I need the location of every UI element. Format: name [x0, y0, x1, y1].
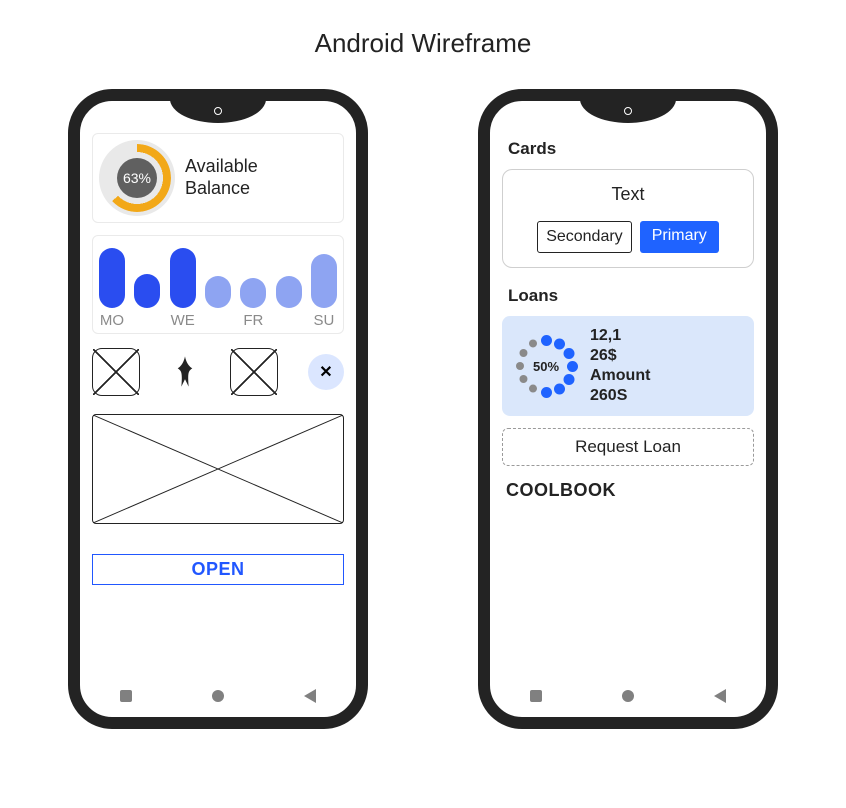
bar-label: FR: [240, 312, 266, 329]
icon-row: ✕: [92, 344, 344, 400]
phone-side-button: [478, 351, 479, 411]
cards-section-title: Cards: [508, 139, 754, 159]
phone-side-button: [478, 231, 479, 271]
bar-label: [276, 312, 302, 329]
loan-value-line: 12,1: [590, 326, 650, 346]
spinner-dot: [519, 349, 527, 357]
spinner-dot: [541, 335, 552, 346]
bar-label: MO: [99, 312, 125, 329]
phone-side-button: [478, 281, 479, 341]
spinner-dot: [519, 375, 527, 383]
bar: [134, 274, 160, 308]
nav-home-icon[interactable]: [212, 690, 224, 702]
loan-progress-spinner-icon: 50%: [514, 334, 578, 398]
card-text-label: Text: [513, 184, 743, 205]
phone1-screen: 63% Available Balance MO WE FR SU ✕: [84, 125, 352, 677]
spinner-dot: [563, 348, 574, 359]
loan-value-line: Amount: [590, 366, 650, 386]
weekly-bar-chart: MO WE FR SU: [92, 235, 344, 334]
footer-brand: COOLBOOK: [506, 480, 754, 501]
bar: [311, 254, 337, 308]
phone-side-button: [68, 351, 69, 411]
bar-label: SU: [311, 312, 337, 329]
balance-label-line: Balance: [185, 178, 258, 200]
page-title: Android Wireframe: [0, 0, 846, 69]
nav-recent-icon[interactable]: [120, 690, 132, 702]
nav-back-icon[interactable]: [304, 689, 316, 703]
phone-frame-2: Cards Text Secondary Primary Loans 50% 1…: [478, 89, 778, 729]
phone-frame-1: 63% Available Balance MO WE FR SU ✕: [68, 89, 368, 729]
bar-label: [134, 312, 160, 329]
secondary-button[interactable]: Secondary: [537, 221, 632, 253]
bar-label: [205, 312, 231, 329]
phones-row: 63% Available Balance MO WE FR SU ✕: [0, 69, 846, 749]
nav-recent-icon[interactable]: [530, 690, 542, 702]
phone-side-button: [367, 271, 368, 351]
star-icon[interactable]: [170, 355, 200, 389]
spinner-dot: [554, 383, 565, 394]
loan-values: 12,1 26$ Amount 260S: [590, 326, 650, 406]
bar-label: WE: [170, 312, 196, 329]
spinner-dot: [541, 387, 552, 398]
spinner-dot: [563, 374, 574, 385]
request-loan-button[interactable]: Request Loan: [502, 428, 754, 466]
android-nav-bar: [490, 683, 766, 709]
balance-label: Available Balance: [185, 156, 258, 199]
bar: [240, 278, 266, 308]
bar: [205, 276, 231, 308]
android-nav-bar: [80, 683, 356, 709]
spinner-dot: [567, 361, 578, 372]
nav-back-icon[interactable]: [714, 689, 726, 703]
image-placeholder-large[interactable]: [92, 414, 344, 524]
bar: [276, 276, 302, 308]
phone-side-button: [777, 271, 778, 351]
phone-camera-icon: [214, 107, 222, 115]
nav-home-icon[interactable]: [622, 690, 634, 702]
balance-card[interactable]: 63% Available Balance: [92, 133, 344, 223]
loan-value-line: 26$: [590, 346, 650, 366]
donut-value: 63%: [117, 158, 157, 198]
cards-panel: Text Secondary Primary: [502, 169, 754, 268]
phone-side-button: [68, 231, 69, 271]
donut-chart: 63%: [99, 140, 175, 216]
spinner-dot: [529, 339, 537, 347]
phone-camera-icon: [624, 107, 632, 115]
open-button[interactable]: OPEN: [92, 554, 344, 585]
primary-button[interactable]: Primary: [640, 221, 719, 253]
loan-card[interactable]: 50% 12,1 26$ Amount 260S: [502, 316, 754, 416]
bar: [170, 248, 196, 308]
phone-side-button: [68, 281, 69, 341]
balance-label-line: Available: [185, 156, 258, 178]
loan-value-line: 260S: [590, 386, 650, 406]
spinner-dot: [554, 338, 565, 349]
spinner-dot: [529, 385, 537, 393]
spinner-dot: [516, 362, 524, 370]
image-placeholder-icon[interactable]: [92, 348, 140, 396]
bar: [99, 248, 125, 308]
loans-section-title: Loans: [508, 286, 754, 306]
image-placeholder-icon[interactable]: [230, 348, 278, 396]
phone2-screen: Cards Text Secondary Primary Loans 50% 1…: [494, 125, 762, 677]
utensils-icon[interactable]: ✕: [308, 354, 344, 390]
